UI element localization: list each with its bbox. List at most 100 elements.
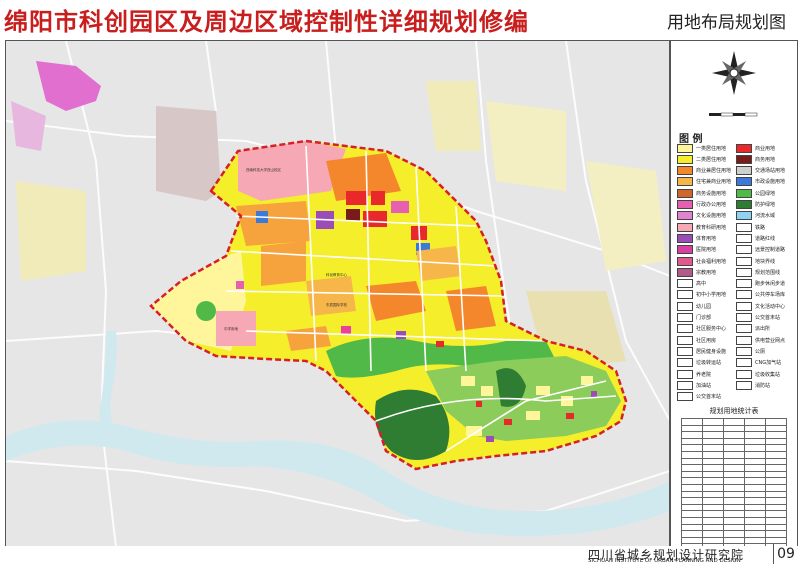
legend-item: 垃圾转运站 bbox=[677, 358, 722, 368]
stats-title: 规划用地统计表 bbox=[709, 407, 759, 415]
legend-item: 体育用地 bbox=[677, 233, 717, 243]
legend-item: 消防站 bbox=[736, 380, 770, 390]
legend-label: 体育用地 bbox=[696, 235, 717, 242]
legend-swatch bbox=[677, 369, 693, 379]
legend-label: 居民健身设施 bbox=[696, 348, 727, 355]
legend-item: 供电营业网点 bbox=[736, 335, 786, 345]
legend-item: 商务用地 bbox=[736, 154, 775, 164]
legend-label: 幼儿园 bbox=[696, 303, 712, 310]
legend-swatch bbox=[736, 188, 752, 198]
legend-swatch bbox=[736, 313, 752, 322]
legend-item: 行政办公用地 bbox=[677, 200, 726, 209]
legend-label: 供电营业网点 bbox=[755, 337, 786, 344]
legend-swatch bbox=[736, 290, 752, 300]
legend-swatch bbox=[736, 211, 752, 221]
legend-label: 商务设施用地 bbox=[696, 190, 727, 197]
table-row bbox=[681, 510, 787, 518]
map-subtitle: 用地布局规划图 bbox=[667, 13, 786, 33]
legend-swatch bbox=[677, 143, 693, 153]
legend-swatch bbox=[677, 279, 693, 289]
table-row bbox=[681, 424, 787, 433]
legend-item: 地块界线 bbox=[736, 256, 776, 266]
map-canvas bbox=[6, 41, 670, 547]
legend-swatch bbox=[677, 324, 693, 334]
table-row bbox=[681, 523, 787, 532]
table-row bbox=[681, 457, 787, 466]
legend-item: 河流水域 bbox=[736, 211, 776, 221]
legend-label: 规划范围线 bbox=[755, 269, 781, 276]
legend-swatch bbox=[677, 166, 693, 176]
legend-label: 河流水域 bbox=[755, 213, 776, 220]
legend-label: 宗教用地 bbox=[696, 269, 717, 276]
map-label-middle-school: 中学用地 bbox=[224, 327, 238, 331]
legend-item: 医院用地 bbox=[677, 245, 716, 255]
legend-swatch bbox=[736, 279, 752, 289]
legend-item: 居民健身设施 bbox=[677, 346, 727, 356]
table-row bbox=[681, 490, 787, 499]
legend-label: 交通场站用地 bbox=[755, 168, 786, 175]
legend-item: 养老院 bbox=[677, 369, 712, 379]
legend-swatch bbox=[677, 233, 693, 243]
legend-swatch bbox=[677, 256, 693, 266]
legend-swatch bbox=[677, 301, 693, 311]
legend-swatch bbox=[677, 154, 693, 164]
land-use-map[interactable]: 西南科技大学西山校区 东辰国际学校 科创教育中心 中学用地 bbox=[5, 40, 671, 548]
legend-swatch bbox=[736, 267, 752, 277]
map-title: 绵阳市科创园区及周边区域控制性详细规划修编 bbox=[4, 8, 529, 36]
legend-label: CNG加气站 bbox=[755, 360, 782, 367]
legend-label: 地块界线 bbox=[755, 258, 776, 265]
legend-label: 社会福利用地 bbox=[696, 258, 727, 265]
legend-label: 跑步休闲步道 bbox=[755, 281, 786, 288]
table-row bbox=[681, 470, 787, 479]
legend-item: 派出所 bbox=[736, 324, 770, 334]
legend-label: 铁路 bbox=[755, 224, 766, 231]
legend-item: 公共停车场库 bbox=[736, 290, 785, 300]
legend-item: 宗教用地 bbox=[677, 267, 717, 277]
legend-label: 高中 bbox=[696, 281, 707, 288]
table-row bbox=[681, 530, 787, 538]
legend-swatch bbox=[677, 211, 693, 221]
legend-label: 商业兼居住用地 bbox=[696, 168, 732, 175]
legend-swatch bbox=[677, 245, 693, 255]
legend-label: 道路红线 bbox=[755, 235, 776, 242]
legend-label: 文化设施用地 bbox=[696, 213, 727, 220]
legend-item: 交通场站用地 bbox=[736, 166, 786, 176]
legend-item: 教育科研用地 bbox=[677, 222, 726, 232]
legend-item: 高中 bbox=[677, 279, 707, 289]
legend-swatch bbox=[736, 369, 752, 379]
table-row bbox=[681, 503, 787, 512]
table-row bbox=[681, 536, 787, 545]
legend-swatch bbox=[677, 346, 693, 356]
table-row bbox=[681, 418, 787, 426]
legend-label: 养老院 bbox=[696, 371, 712, 378]
legend-swatch bbox=[736, 177, 752, 187]
table-row bbox=[681, 464, 787, 472]
legend-item: 市政设施用地 bbox=[736, 177, 785, 187]
table-row bbox=[681, 437, 787, 446]
legend-label: 社区服务中心 bbox=[696, 326, 727, 333]
legend-item: 道路红线 bbox=[736, 233, 776, 243]
legend-item: 社区用房 bbox=[677, 335, 716, 345]
legend-swatch bbox=[677, 290, 693, 300]
legend-item: 铁路 bbox=[736, 222, 766, 232]
legend-swatch bbox=[677, 335, 693, 345]
legend-item: 公交首末站 bbox=[677, 392, 721, 402]
legend-label: 远景控制道路 bbox=[755, 247, 786, 254]
legend-swatch bbox=[736, 301, 752, 311]
legend-item: 文化设施用地 bbox=[677, 211, 727, 221]
legend-label: 加油站 bbox=[696, 382, 712, 389]
table-row bbox=[681, 483, 787, 492]
sheet-number: 09 bbox=[773, 544, 798, 564]
legend-item: 初中小学用地 bbox=[677, 290, 726, 300]
legend-swatch bbox=[736, 143, 752, 153]
legend-label: 垃圾收集站 bbox=[755, 371, 781, 378]
map-label-education-center: 科创教育中心 bbox=[326, 273, 347, 277]
table-row bbox=[681, 477, 787, 485]
table-row bbox=[681, 444, 787, 452]
legend-item: 公园绿地 bbox=[736, 188, 776, 198]
legend-swatch bbox=[677, 200, 693, 209]
legend-label: 垃圾转运站 bbox=[696, 360, 722, 367]
north-arrow-icon bbox=[709, 51, 758, 117]
legend-swatch bbox=[677, 177, 693, 187]
legend-label: 公园绿地 bbox=[755, 190, 776, 197]
